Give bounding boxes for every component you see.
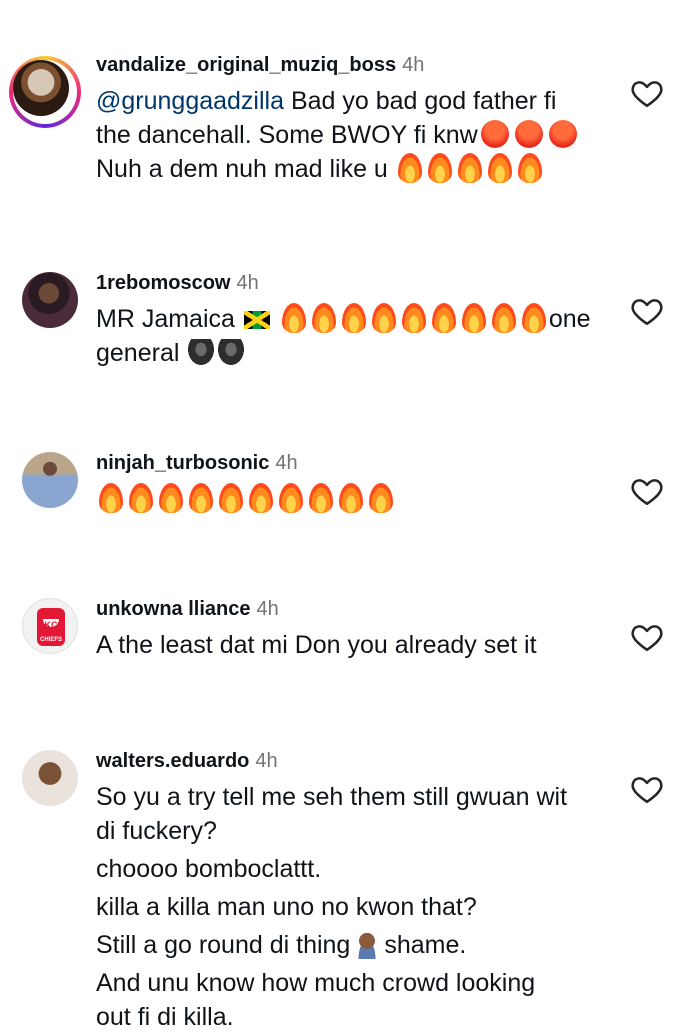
timestamp: 4h [236,272,259,294]
comment-header: walters.eduardo 4h [96,750,278,773]
gorilla-emoji [188,339,215,365]
fire-emoji [189,483,213,513]
fire-emoji [397,153,422,183]
mention-link[interactable]: @grunggaadzilla [96,87,284,115]
svg-text:KC: KC [45,620,58,630]
fire-emoji [431,303,456,333]
comment-header: ninjah_turbosonic 4h [96,452,298,475]
gorilla-emoji [218,339,245,365]
fire-emoji [311,303,336,333]
fire-emoji [491,303,516,333]
angry-face-emoji [514,120,543,148]
fire-emoji [457,153,482,183]
fire-emoji [517,153,542,183]
fire-emoji [129,483,153,513]
angry-face-emoji [480,120,509,148]
heart-outline-icon[interactable] [630,620,664,654]
timestamp: 4h [256,598,279,620]
comment-header: 1rebomoscow 4h [96,272,259,295]
facepalm-emoji [354,931,381,959]
heart-outline-icon[interactable] [630,474,664,508]
fire-emoji [281,303,306,333]
fire-emoji [401,303,426,333]
angry-face-emoji [548,120,577,148]
fire-emoji [309,483,333,513]
comment-text: A the least dat mi Don you already set i… [96,631,537,659]
username-link[interactable]: vandalize_original_muziq_boss [96,54,396,76]
fire-emoji [341,303,366,333]
avatar[interactable] [22,750,78,806]
fire-emoji [487,153,512,183]
svg-text:CHIEFS: CHIEFS [40,637,62,643]
fire-emoji [99,483,123,513]
heart-outline-icon[interactable] [630,76,664,110]
fire-emoji [219,483,243,513]
comment-text [96,482,616,516]
fire-emoji [159,483,183,513]
fire-emoji [521,303,546,333]
fire-emoji [339,483,363,513]
fire-emoji [461,303,486,333]
comment-text: @grunggaadzilla Bad yo bad god father fi… [96,84,616,186]
avatar[interactable]: KC CHIEFS [22,598,78,654]
fire-emoji [279,483,303,513]
comment-text: So yu a try tell me seh them still gwuan… [96,783,568,1031]
username-link[interactable]: 1rebomoscow [96,272,230,294]
avatar[interactable] [22,272,78,328]
jamaica-flag-emoji [243,311,270,329]
avatar[interactable] [22,452,78,508]
heart-outline-icon[interactable] [630,294,664,328]
username-link[interactable]: unkowna lliance [96,598,250,620]
timestamp: 4h [255,750,278,772]
fire-emoji [371,303,396,333]
fire-emoji [369,483,393,513]
timestamp: 4h [275,452,298,474]
chiefs-logo-icon: KC CHIEFS [37,608,65,646]
fire-emoji [427,153,452,183]
username-link[interactable]: walters.eduardo [96,750,249,772]
comment-text: MR Jamaica one general [96,303,591,367]
fire-emoji [249,483,273,513]
comment-header: unkowna lliance 4h [96,598,279,621]
username-link[interactable]: ninjah_turbosonic [96,452,269,474]
heart-outline-icon[interactable] [630,772,664,806]
comment-header: vandalize_original_muziq_boss 4h [96,54,424,77]
story-ring-avatar[interactable] [9,56,81,128]
timestamp: 4h [402,54,425,76]
